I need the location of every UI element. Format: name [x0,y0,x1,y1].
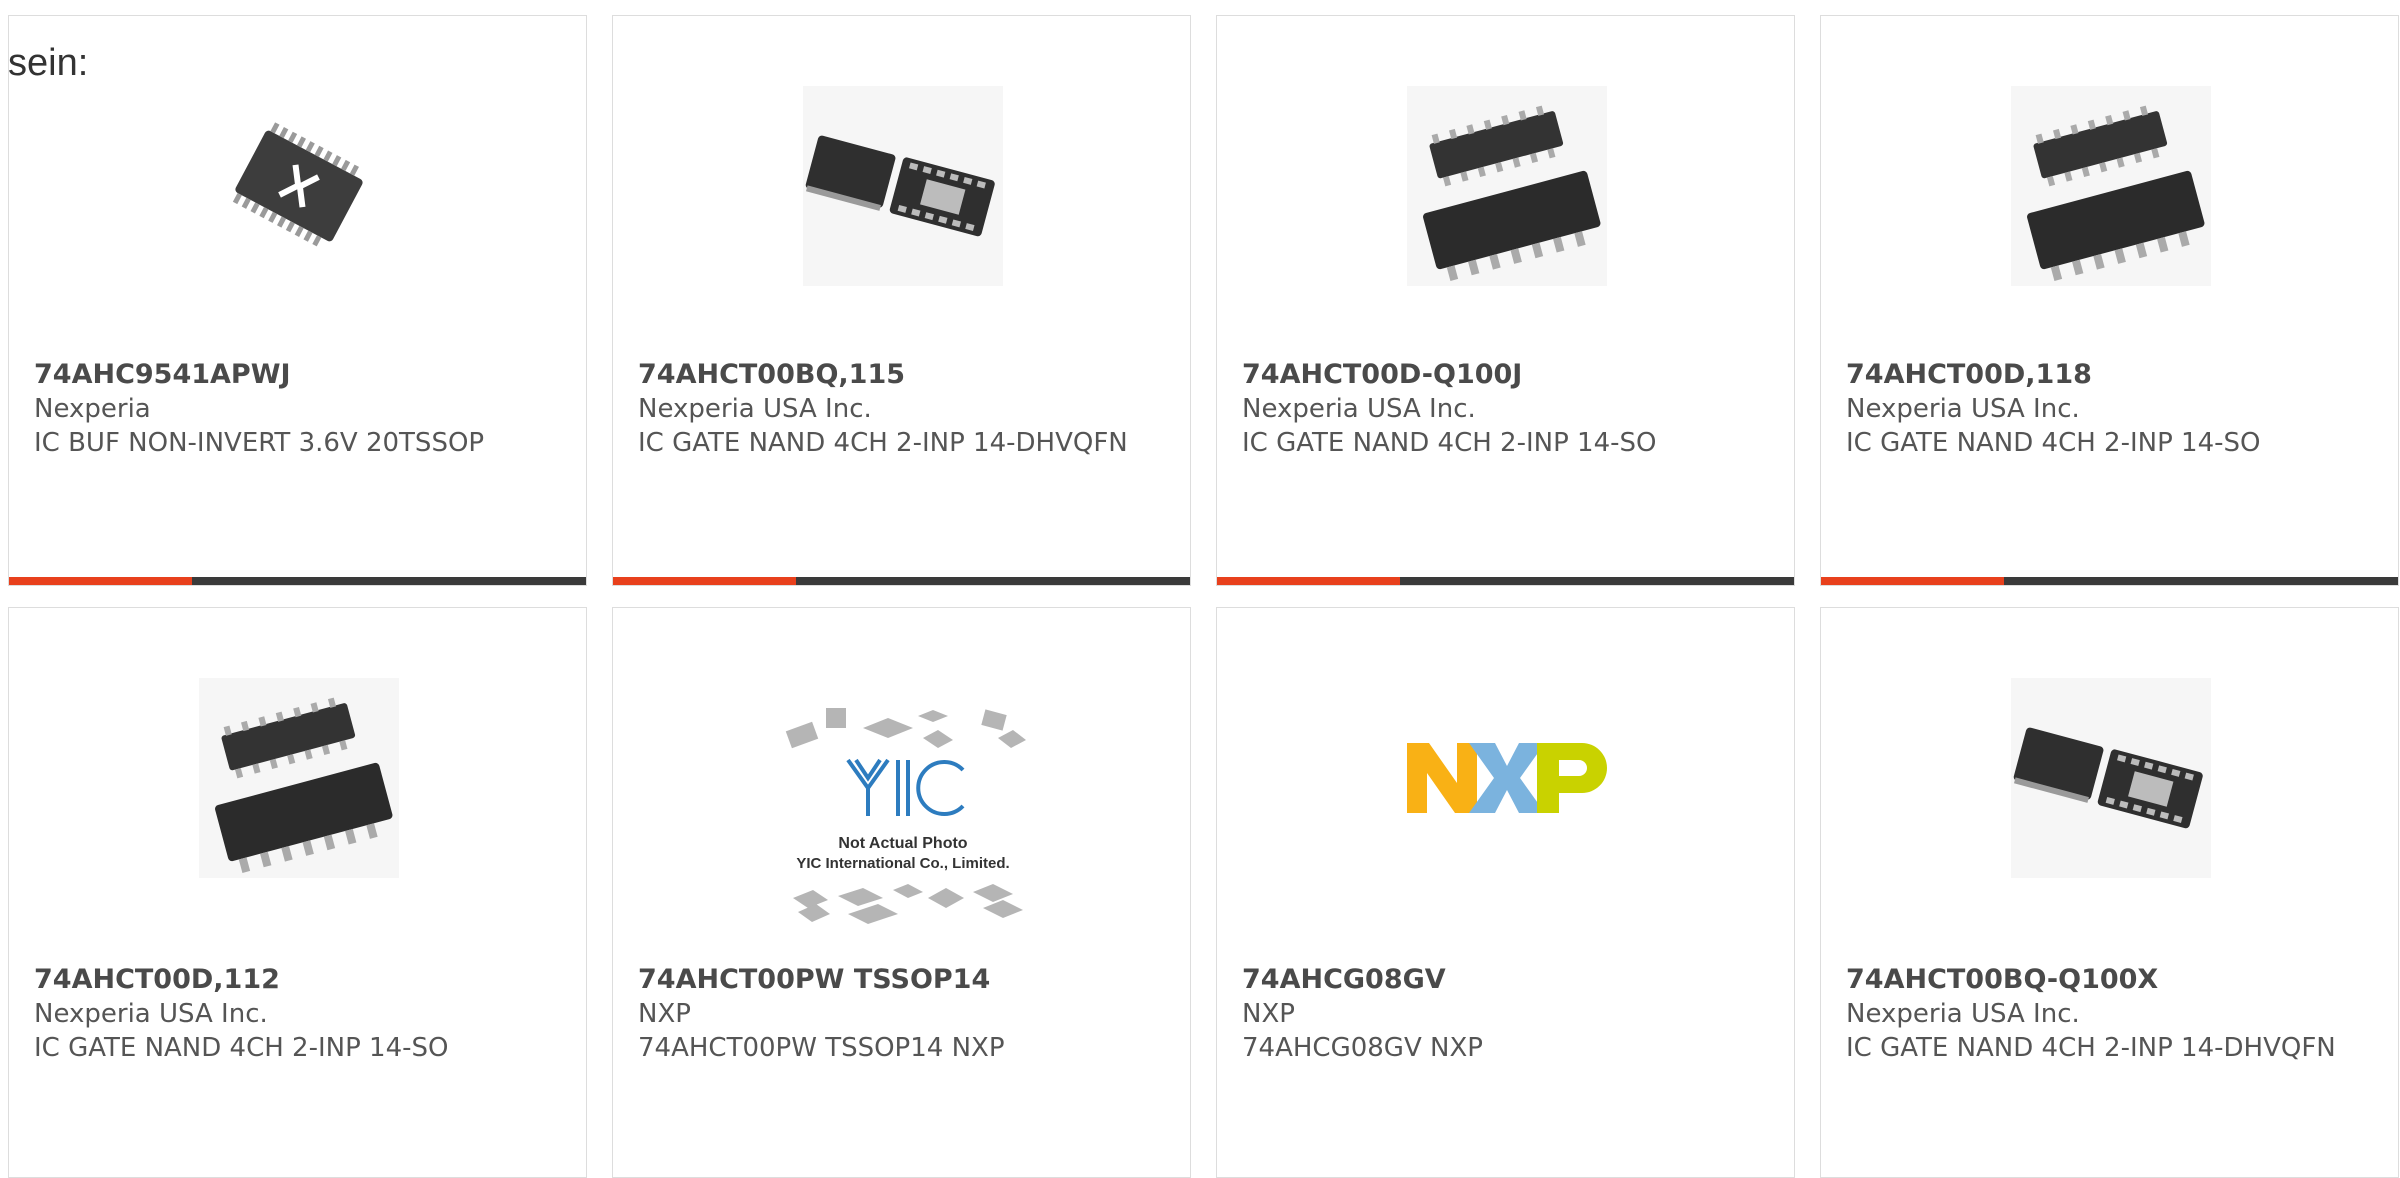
so14-chip-icon [1405,84,1608,287]
manufacturer: Nexperia USA Inc. [1846,999,2080,1029]
description: IC GATE NAND 4CH 2-INP 14-DHVQFN [1846,1033,2336,1063]
description: 74AHCT00PW TSSOP14 NXP [638,1033,1005,1063]
card-bottom-bar [613,577,1190,585]
product-card[interactable]: Not Actual Photo YIC International Co., … [612,607,1191,1178]
product-info: 74AHCT00PW TSSOP14 NXP 74AHCT00PW TSSOP1… [638,963,1170,1065]
manufacturer: Nexperia [34,394,151,424]
card-bottom-bar [1217,577,1794,585]
description: IC GATE NAND 4CH 2-INP 14-SO [1846,428,2261,458]
card-accent-bar [1821,577,2004,585]
placeholder-company: YIC International Co., Limited. [796,855,1009,872]
description: IC GATE NAND 4CH 2-INP 14-DHVQFN [638,428,1128,458]
manufacturer: NXP [1242,999,1295,1029]
part-number-link[interactable]: 74AHCT00D,112 [34,963,566,997]
product-info: 74AHCT00D,118 Nexperia USA Inc. IC GATE … [1846,358,2378,460]
manufacturer: Nexperia USA Inc. [34,999,268,1029]
card-accent-bar [1217,577,1400,585]
product-card[interactable]: 74AHCT00D,112 Nexperia USA Inc. IC GATE … [8,607,587,1178]
card-bottom-bar [1821,577,2398,585]
product-info: 74AHCT00BQ-Q100X Nexperia USA Inc. IC GA… [1846,963,2378,1065]
nexperia-tssop-chip-icon [197,84,400,287]
product-info: 74AHC9541APWJ Nexperia IC BUF NON-INVERT… [34,358,566,460]
manufacturer: NXP [638,999,691,1029]
part-number-link[interactable]: 74AHCT00PW TSSOP14 [638,963,1170,997]
product-card[interactable]: 74AHC9541APWJ Nexperia IC BUF NON-INVERT… [8,15,587,586]
part-number-link[interactable]: 74AHCT00D-Q100J [1242,358,1774,392]
part-number-link[interactable]: 74AHCT00BQ,115 [638,358,1170,392]
so14-chip-icon [2009,84,2212,287]
card-accent-bar [9,577,192,585]
description: IC GATE NAND 4CH 2-INP 14-SO [1242,428,1657,458]
description: IC BUF NON-INVERT 3.6V 20TSSOP [34,428,485,458]
manufacturer: Nexperia USA Inc. [1242,394,1476,424]
description: IC GATE NAND 4CH 2-INP 14-SO [34,1033,449,1063]
product-grid: 74AHC9541APWJ Nexperia IC BUF NON-INVERT… [8,15,2399,1178]
product-card[interactable]: 74AHCT00D-Q100J Nexperia USA Inc. IC GAT… [1216,15,1795,586]
part-number-link[interactable]: 74AHCG08GV [1242,963,1774,997]
product-card[interactable]: 74AHCT00BQ-Q100X Nexperia USA Inc. IC GA… [1820,607,2399,1178]
product-card[interactable]: 74AHCT00BQ,115 Nexperia USA Inc. IC GATE… [612,15,1191,586]
product-card[interactable]: 74AHCG08GV NXP 74AHCG08GV NXP [1216,607,1795,1178]
product-info: 74AHCT00BQ,115 Nexperia USA Inc. IC GATE… [638,358,1170,460]
section-heading: sein: [8,42,89,84]
part-number-link[interactable]: 74AHC9541APWJ [34,358,566,392]
placeholder-note: Not Actual Photo [838,835,967,852]
nxp-logo-icon [1405,676,1608,879]
part-number-link[interactable]: 74AHCT00D,118 [1846,358,2378,392]
description: 74AHCG08GV NXP [1242,1033,1483,1063]
card-bottom-bar [9,577,586,585]
product-info: 74AHCG08GV NXP 74AHCG08GV NXP [1242,963,1774,1065]
product-info: 74AHCT00D,112 Nexperia USA Inc. IC GATE … [34,963,566,1065]
dhvqfn-chip-icon [2009,676,2212,879]
manufacturer: Nexperia USA Inc. [638,394,872,424]
manufacturer: Nexperia USA Inc. [1846,394,2080,424]
so14-chip-icon [197,676,400,879]
part-number-link[interactable]: 74AHCT00BQ-Q100X [1846,963,2378,997]
dhvqfn-chip-icon [801,84,1004,287]
yic-placeholder-icon: Not Actual Photo YIC International Co., … [768,698,1038,928]
product-card[interactable]: 74AHCT00D,118 Nexperia USA Inc. IC GATE … [1820,15,2399,586]
card-accent-bar [613,577,796,585]
product-info: 74AHCT00D-Q100J Nexperia USA Inc. IC GAT… [1242,358,1774,460]
